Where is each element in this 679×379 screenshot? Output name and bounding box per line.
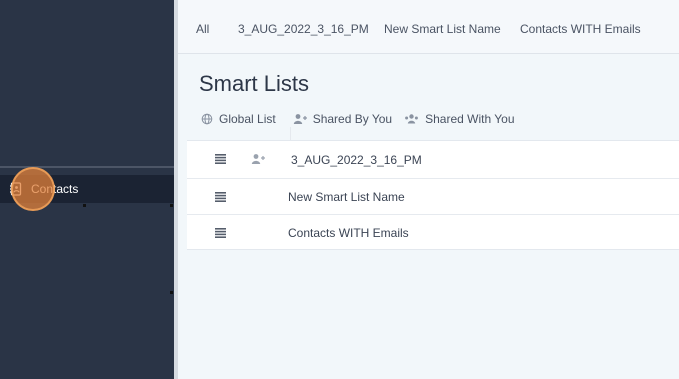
filter-shared-by-you[interactable]: Shared By You [293, 112, 392, 126]
table-row[interactable]: 3_AUG_2022_3_16_PM [187, 141, 679, 178]
globe-icon [201, 113, 213, 125]
filter-shared-with-you[interactable]: Shared With You [404, 112, 515, 126]
sidebar-divider [0, 166, 174, 168]
page-title: Smart Lists [199, 71, 310, 96]
resize-handle [83, 204, 86, 207]
tab-contacts-with-emails[interactable]: Contacts WITH Emails [520, 22, 641, 36]
tab-3-aug-2022[interactable]: 3_AUG_2022_3_16_PM [238, 22, 369, 36]
tab-all[interactable]: All [196, 22, 209, 36]
drag-handle-icon[interactable] [215, 192, 226, 202]
resize-handle [170, 204, 173, 207]
users-icon [404, 113, 419, 125]
sidebar-edge [174, 0, 178, 379]
list-name[interactable]: Contacts WITH Emails [288, 226, 409, 240]
smart-lists-table: 3_AUG_2022_3_16_PM New Smart List Name C… [187, 140, 679, 250]
sidebar: Contacts [0, 0, 174, 379]
user-plus-icon [293, 113, 307, 125]
table-row[interactable]: Contacts WITH Emails [187, 214, 679, 251]
list-name[interactable]: 3_AUG_2022_3_16_PM [291, 153, 422, 167]
user-plus-icon [251, 153, 265, 165]
filter-label: Global List [219, 112, 276, 126]
table-row[interactable]: New Smart List Name [187, 178, 679, 215]
contacts-book-icon [9, 182, 23, 196]
drag-handle-icon[interactable] [215, 154, 226, 164]
smart-list-tabs: All 3_AUG_2022_3_16_PM New Smart List Na… [178, 0, 679, 54]
list-filters: Global List Shared By You Shared With Yo… [201, 111, 515, 127]
sidebar-item-contacts[interactable]: Contacts [0, 175, 174, 203]
list-name[interactable]: New Smart List Name [288, 190, 405, 204]
drag-handle-icon[interactable] [215, 228, 226, 238]
filter-global-list[interactable]: Global List [201, 112, 276, 126]
tab-new-smart-list[interactable]: New Smart List Name [384, 22, 501, 36]
filter-label: Shared By You [312, 112, 393, 126]
sidebar-item-label: Contacts [31, 182, 79, 196]
resize-handle [170, 291, 173, 294]
filter-label: Shared With You [425, 112, 515, 126]
